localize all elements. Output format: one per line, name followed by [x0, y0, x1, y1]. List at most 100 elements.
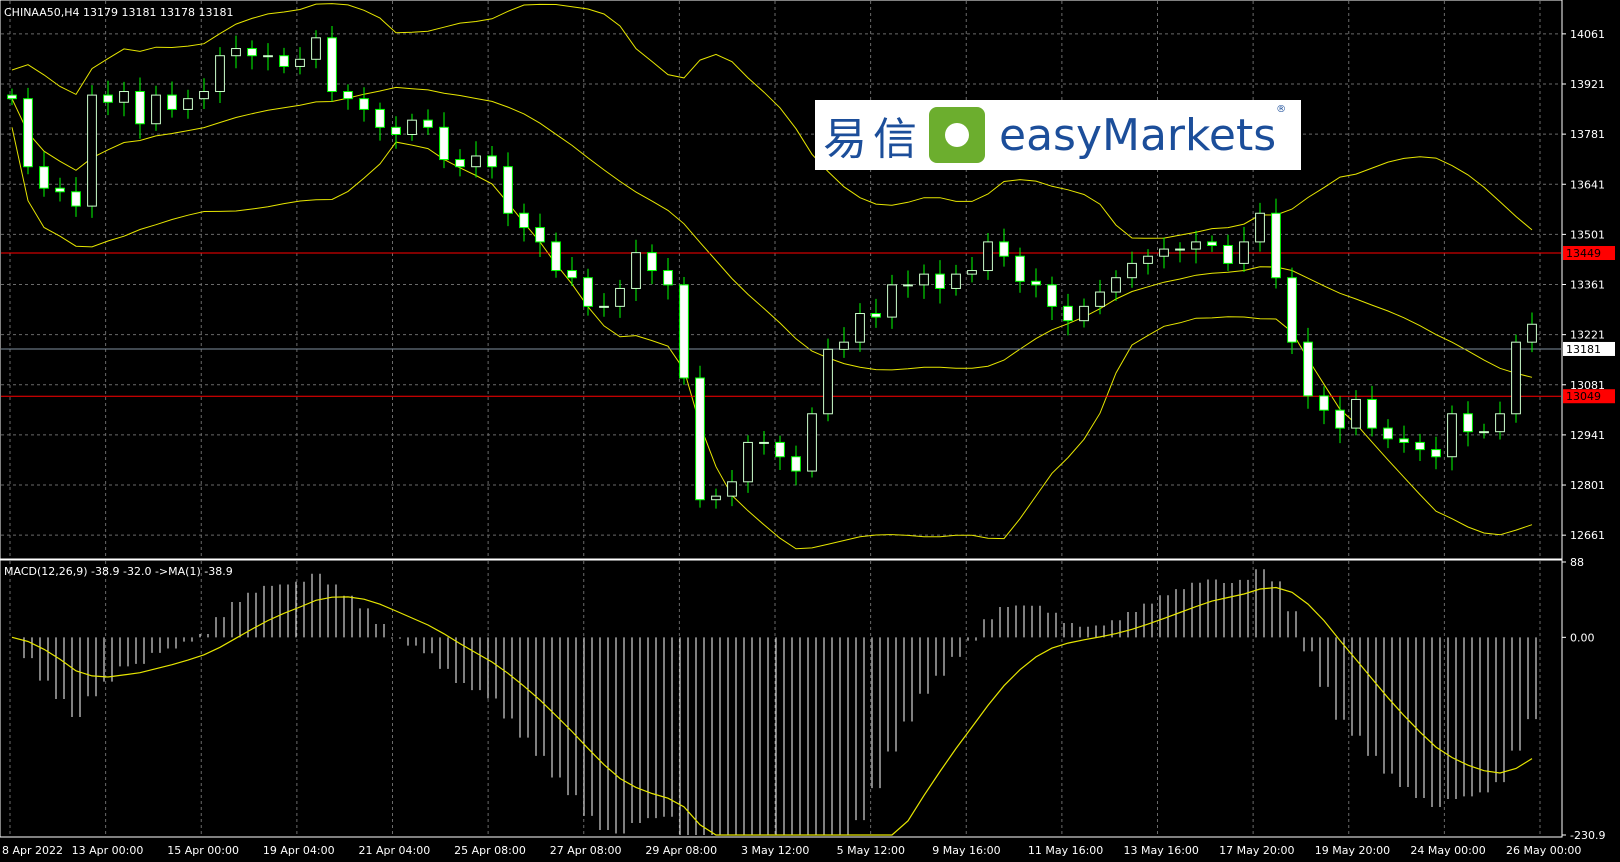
time-tick-label: 5 May 12:00 [837, 844, 905, 857]
price-tick-label: 14061 [1570, 28, 1605, 41]
candle-body [1399, 438, 1409, 443]
candle-body [935, 273, 945, 289]
price-tick-label: 12801 [1570, 479, 1605, 492]
candle-body [903, 284, 913, 287]
candle-body [1015, 255, 1025, 282]
candle-body [1047, 284, 1057, 307]
time-tick-label: 13 May 16:00 [1124, 844, 1199, 857]
candle-body [1463, 413, 1473, 433]
candle-body [887, 284, 897, 318]
candle-body [551, 241, 561, 272]
chart[interactable]: 1406113921137811364113501133611322113081… [0, 0, 1620, 862]
candle-body [807, 413, 817, 472]
time-tick-label: 29 Apr 08:00 [645, 844, 717, 857]
candle-body [839, 341, 849, 350]
candle-body [327, 37, 337, 93]
candle-body [1239, 241, 1249, 264]
candle-body [423, 119, 433, 128]
time-tick-label: 24 May 00:00 [1410, 844, 1485, 857]
candle-body [39, 166, 49, 189]
candle-body [151, 94, 161, 125]
candle-body [407, 119, 417, 135]
candle-body [855, 313, 865, 343]
candle-body [199, 91, 209, 100]
candle-body [1319, 395, 1329, 411]
candle-body [1367, 398, 1377, 429]
price-tag-label: 13049 [1566, 390, 1601, 403]
candle-body [775, 441, 785, 458]
logo-brand-text: easyMarkets [999, 109, 1277, 161]
price-tag-label: 13181 [1566, 343, 1601, 356]
candle-body [967, 270, 977, 275]
price-tick-label: 13641 [1570, 178, 1605, 191]
time-tick-label: 27 Apr 08:00 [550, 844, 622, 857]
candle-body [1431, 449, 1441, 458]
candle-body [1159, 248, 1169, 257]
time-tick-label: 15 Apr 00:00 [167, 844, 239, 857]
candle-body [343, 91, 353, 100]
candle-body [1415, 441, 1425, 451]
price-tick-label: 12661 [1570, 529, 1605, 542]
time-tick-label: 8 Apr 2022 [2, 844, 63, 857]
candle-body [823, 348, 833, 415]
candle-body [359, 98, 369, 110]
time-axis: 8 Apr 2022 13 Apr 00:00 15 Apr 00:00 19 Apr… [2, 844, 1581, 857]
symbol-header: CHINAA50,H4 13179 13181 13178 13181 [4, 6, 234, 19]
candle-body [1495, 413, 1505, 433]
time-tick-label: 25 Apr 08:00 [454, 844, 526, 857]
candle-body [599, 305, 609, 308]
candle-body [1191, 241, 1201, 250]
candle-body [295, 58, 305, 67]
candle-body [1303, 341, 1313, 397]
candle-body [679, 284, 689, 379]
candle-body [263, 55, 273, 58]
macd-tick-label: -230.9 [1570, 829, 1605, 842]
candle-body [919, 273, 929, 286]
candle-body [1479, 431, 1489, 434]
macd-tick-label: 88 [1570, 556, 1584, 569]
price-tick-label: 12941 [1570, 429, 1605, 442]
logo-registered-mark: ® [1276, 104, 1287, 115]
candle-body [1079, 305, 1089, 322]
candle-body [55, 187, 65, 193]
candle-body [1511, 341, 1521, 415]
candle-body [583, 277, 593, 307]
candle-body [1223, 244, 1233, 264]
candle-body [1255, 212, 1265, 243]
candle-body [167, 94, 177, 110]
price-tick-label: 13221 [1570, 329, 1605, 342]
time-tick-label: 19 May 20:00 [1315, 844, 1390, 857]
candle-body [1063, 305, 1073, 322]
price-tick-label: 13921 [1570, 78, 1605, 91]
candle-body [103, 94, 113, 103]
candle-body [1031, 280, 1041, 286]
time-tick-label: 19 Apr 04:00 [263, 844, 335, 857]
candle-body [631, 252, 641, 289]
candle-body [647, 252, 657, 272]
candle-body [871, 313, 881, 318]
candle-body [23, 98, 33, 168]
time-tick-label: 17 May 20:00 [1219, 844, 1294, 857]
candle-body [535, 227, 545, 243]
candle-body [471, 155, 481, 168]
candle-body [279, 55, 289, 67]
candle-body [663, 270, 673, 286]
candle-body [87, 94, 97, 207]
candle-body [215, 55, 225, 93]
candle-body [503, 166, 513, 214]
candle-body [1527, 323, 1537, 343]
time-tick-label: 9 May 16:00 [932, 844, 1000, 857]
candle-body [1447, 413, 1457, 458]
candle-body [1287, 277, 1297, 343]
candle-body [71, 191, 81, 207]
candle-body [231, 48, 241, 57]
candle-body [1335, 409, 1345, 429]
time-tick-label: 13 Apr 00:00 [72, 844, 144, 857]
candle-body [1175, 248, 1185, 251]
candle-body [791, 456, 801, 472]
candle-body [1127, 262, 1137, 279]
candle-body [983, 241, 993, 272]
candle-body [247, 48, 257, 57]
candle-body [951, 273, 961, 289]
logo-chinese-text: 易信 [823, 114, 923, 165]
